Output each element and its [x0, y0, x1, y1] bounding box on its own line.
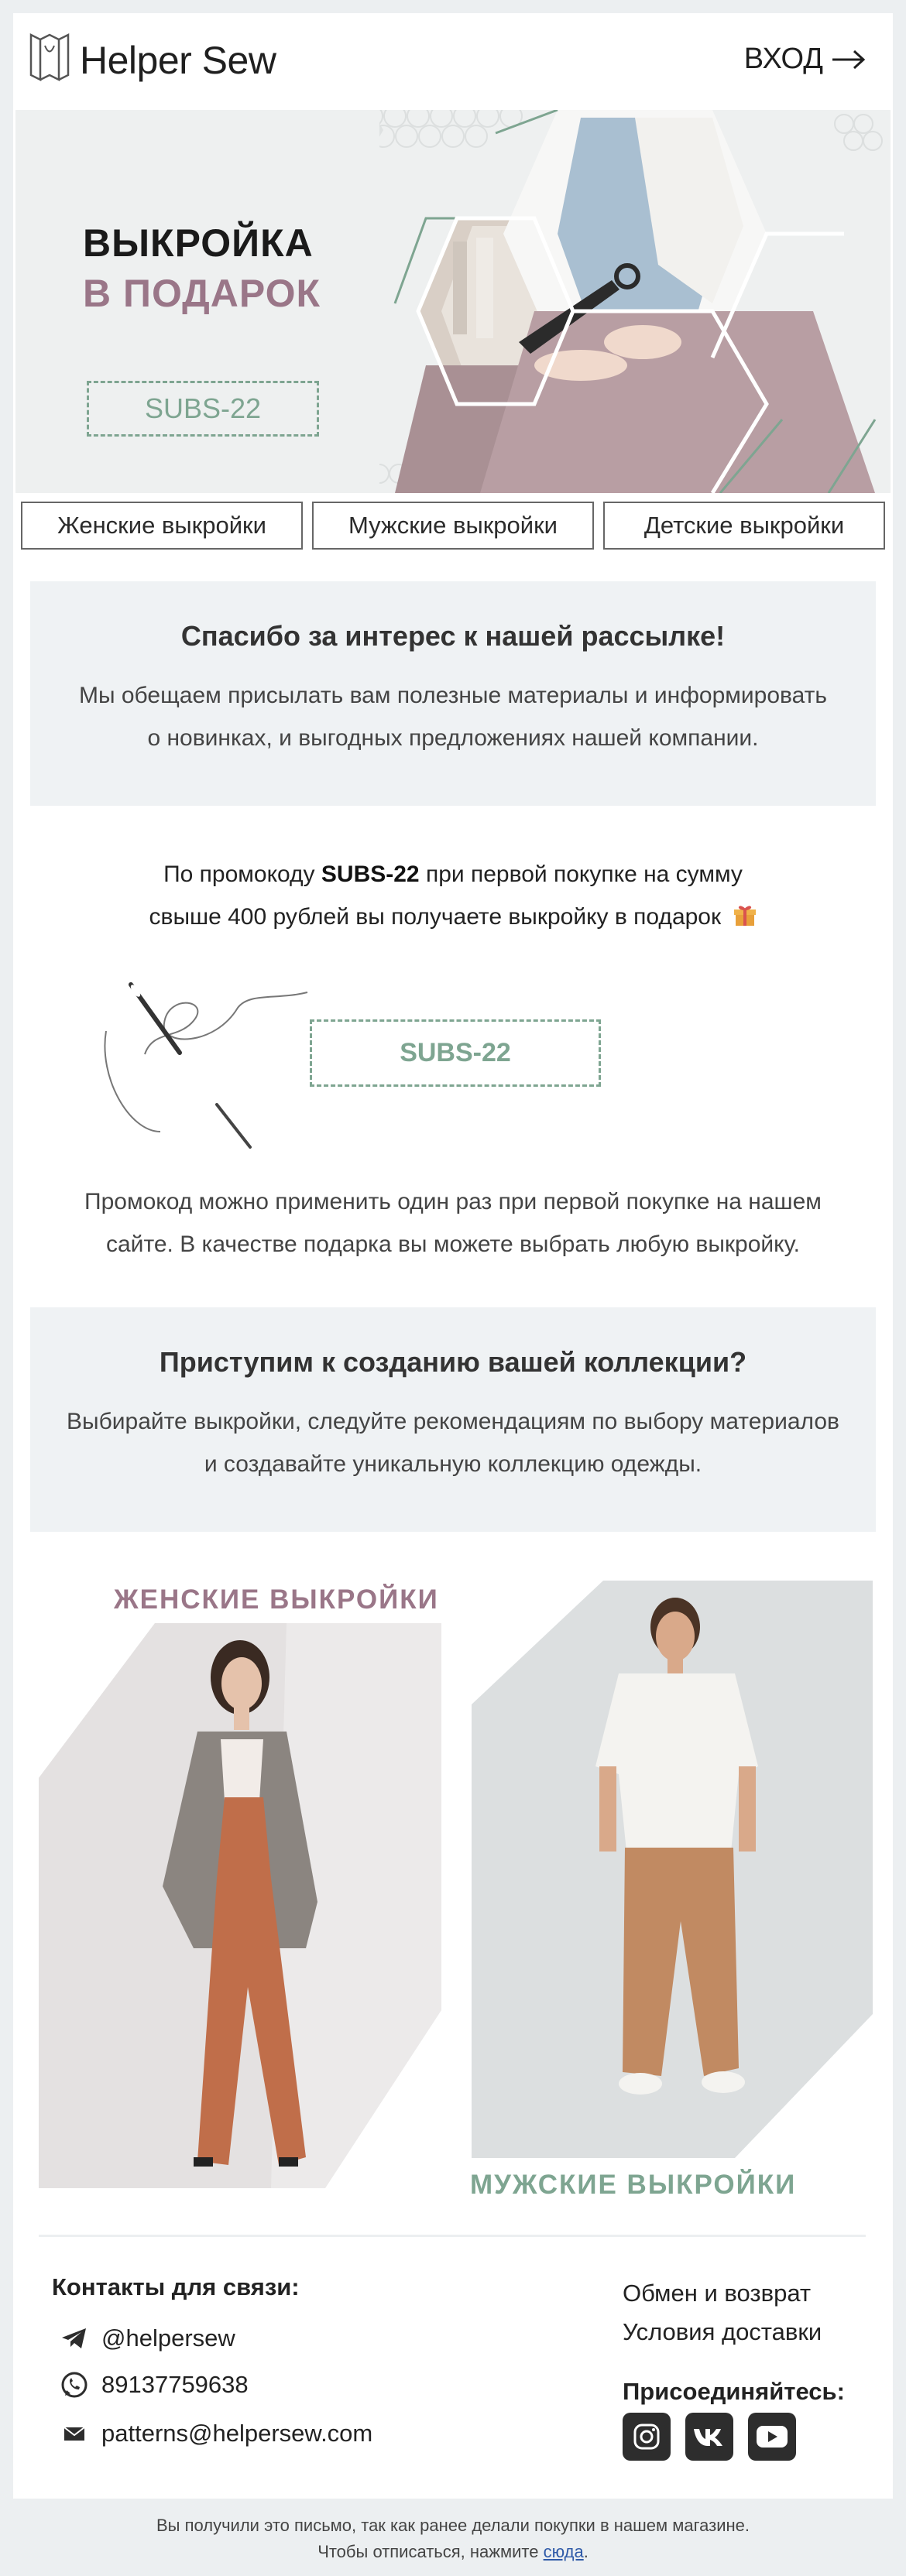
promo-line2-text: свыше 400 рублей вы получаете выкройку в… — [149, 904, 722, 930]
promo-text-line2: свыше 400 рублей вы получаете выкройку в… — [60, 896, 846, 938]
contact-whatsapp[interactable]: 89137759638 — [60, 2370, 249, 2400]
contact-email[interactable]: patterns@helpersew.com — [60, 2419, 372, 2448]
promo-code-inline: SUBS-22 — [321, 862, 420, 887]
men-patterns-image[interactable] — [472, 1581, 873, 2158]
men-patterns-label[interactable]: МУЖСКИЕ ВЫКРОЙКИ — [470, 2170, 796, 2201]
join-title: Присоединяйтесь: — [623, 2378, 845, 2405]
brand-name: Helper Sew — [80, 39, 276, 82]
legal-line2: Чтобы отписаться, нажмите сюда. — [0, 2539, 906, 2565]
legal-line2-suffix: . — [583, 2542, 589, 2561]
promo-note-line1: Промокод можно применить один раз при пе… — [84, 1189, 822, 1214]
collection-box: Приступим к созданию вашей коллекции? Вы… — [30, 1307, 876, 1532]
women-patterns-image[interactable] — [39, 1623, 441, 2188]
logo-icon — [29, 33, 70, 82]
email-address: patterns@helpersew.com — [101, 2420, 373, 2447]
whatsapp-icon — [61, 2372, 88, 2398]
promo-suffix: при первой покупке на сумму — [419, 862, 743, 887]
hero-banner[interactable]: ВЫКРОЙКА В ПОДАРОК SUBS-22 — [15, 110, 891, 493]
promo-code-box: SUBS-22 — [310, 1019, 601, 1087]
category-women-button[interactable]: Женские выкройки — [21, 502, 303, 550]
thanks-title: Спасибо за интерес к нашей рассылке! — [180, 620, 726, 652]
instagram-glyph — [633, 2424, 660, 2450]
thanks-text-line1: Мы обещаем присылать вам полезные матери… — [78, 683, 828, 708]
mail-icon — [63, 2427, 85, 2441]
instagram-icon[interactable] — [623, 2413, 671, 2461]
youtube-icon[interactable] — [748, 2413, 796, 2461]
hero-promo-code: SUBS-22 — [87, 381, 319, 437]
category-kids-button[interactable]: Детские выкройки — [603, 502, 885, 550]
delivery-link[interactable]: Условия доставки — [623, 2318, 822, 2346]
login-link[interactable]: ВХОД — [744, 43, 867, 76]
collection-text-line1: Выбирайте выкройки, следуйте рекомендаци… — [67, 1409, 839, 1434]
hero-sewing-illustration — [379, 110, 883, 493]
whatsapp-number: 89137759638 — [101, 2371, 249, 2398]
gift-icon — [734, 906, 757, 926]
promo-note: Промокод можно применить один раз при пе… — [60, 1180, 846, 1266]
collection-text-line2: и создавайте уникальную коллекцию одежды… — [204, 1451, 702, 1477]
category-men-button[interactable]: Мужские выкройки — [312, 502, 594, 550]
returns-link[interactable]: Обмен и возврат — [623, 2280, 811, 2307]
hero-title-line2: В ПОДАРОК — [83, 272, 321, 315]
hero-title-line1: ВЫКРОЙКА — [83, 221, 314, 265]
contacts-title: Контакты для связи: — [52, 2273, 300, 2300]
thanks-box: Спасибо за интерес к нашей рассылке! Мы … — [30, 581, 876, 806]
arrow-right-icon — [832, 50, 866, 69]
telegram-handle: @helpersew — [101, 2324, 235, 2352]
promo-text-line1: По промокоду SUBS-22 при первой покупке … — [60, 853, 846, 896]
telegram-icon — [62, 2328, 86, 2348]
contact-telegram[interactable]: @helpersew — [60, 2324, 235, 2353]
login-label: ВХОД — [743, 43, 823, 75]
collection-title: Приступим к созданию вашей коллекции? — [159, 1346, 747, 1378]
needle-thread-icon — [104, 982, 308, 1149]
vk-glyph — [694, 2429, 722, 2446]
legal-line2-prefix: Чтобы отписаться, нажмите — [317, 2542, 544, 2561]
legal-line1: Вы получили это письмо, так как ранее де… — [156, 2516, 750, 2535]
youtube-glyph — [757, 2426, 788, 2448]
footer-divider — [39, 2235, 866, 2237]
promo-prefix: По промокоду — [163, 862, 321, 887]
vk-icon[interactable] — [685, 2413, 733, 2461]
unsubscribe-link[interactable]: сюда — [544, 2542, 584, 2561]
thanks-text-line2: о новинках, и выгодных предложениях наше… — [147, 725, 759, 751]
women-patterns-label[interactable]: ЖЕНСКИЕ ВЫКРОЙКИ — [114, 1584, 439, 1615]
promo-note-line2: сайте. В качестве подарка вы можете выбр… — [106, 1231, 800, 1257]
email-container: Helper Sew ВХОД ВЫКРОЙКА В ПОДАРОК SUBS-… — [13, 13, 893, 2499]
